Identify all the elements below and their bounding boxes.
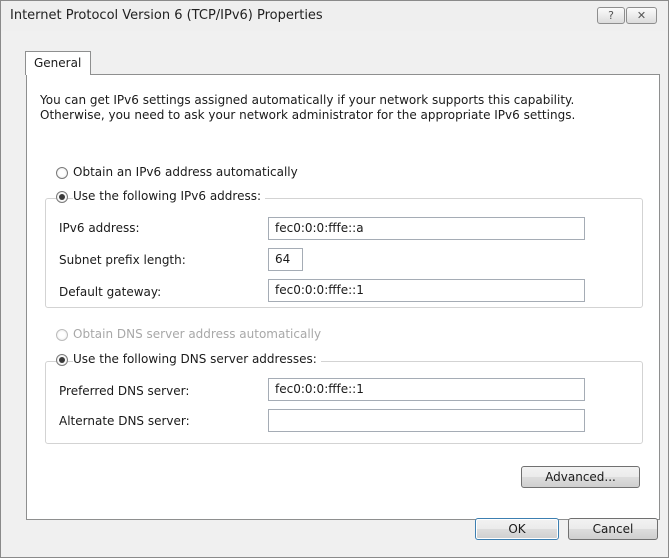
description-line-2: Otherwise, you need to ask your network …: [40, 108, 576, 122]
obtain-dns-auto-radio[interactable]: [56, 329, 68, 341]
ok-button[interactable]: OK: [475, 518, 559, 540]
subnet-prefix-field[interactable]: 64: [268, 248, 303, 271]
default-gateway-label: Default gateway:: [59, 285, 162, 299]
default-gateway-field[interactable]: fec0:0:0:fffe::1: [268, 279, 585, 302]
obtain-dns-auto-label[interactable]: Obtain DNS server address automatically: [73, 327, 321, 341]
cancel-button[interactable]: Cancel: [568, 518, 658, 540]
use-dns-servers-radio[interactable]: [56, 354, 68, 366]
subnet-prefix-label: Subnet prefix length:: [59, 253, 186, 267]
preferred-dns-label: Preferred DNS server:: [59, 384, 190, 398]
preferred-dns-field[interactable]: fec0:0:0:fffe::1: [268, 378, 585, 401]
dialog-title: Internet Protocol Version 6 (TCP/IPv6) P…: [10, 8, 323, 23]
description-text: You can get IPv6 settings assigned autom…: [40, 93, 575, 123]
tab-general[interactable]: General: [25, 51, 91, 75]
obtain-ipv6-auto-radio[interactable]: [56, 167, 68, 179]
description-line-1: You can get IPv6 settings assigned autom…: [40, 93, 575, 107]
close-button[interactable]: ✕: [626, 7, 657, 24]
help-button[interactable]: ?: [597, 7, 625, 24]
use-dns-servers-label[interactable]: Use the following DNS server addresses:: [73, 352, 321, 366]
title-bar[interactable]: Internet Protocol Version 6 (TCP/IPv6) P…: [1, 1, 668, 31]
tab-general-label: General: [34, 56, 82, 70]
use-ipv6-address-label[interactable]: Use the following IPv6 address:: [73, 189, 266, 203]
alternate-dns-label: Alternate DNS server:: [59, 414, 190, 428]
advanced-button[interactable]: Advanced...: [521, 466, 640, 488]
use-ipv6-address-radio[interactable]: [56, 191, 68, 203]
ipv6-address-label: IPv6 address:: [59, 221, 140, 235]
obtain-ipv6-auto-label[interactable]: Obtain an IPv6 address automatically: [73, 165, 298, 179]
ipv6-address-field[interactable]: fec0:0:0:fffe::a: [268, 217, 585, 240]
alternate-dns-field[interactable]: [268, 409, 585, 432]
